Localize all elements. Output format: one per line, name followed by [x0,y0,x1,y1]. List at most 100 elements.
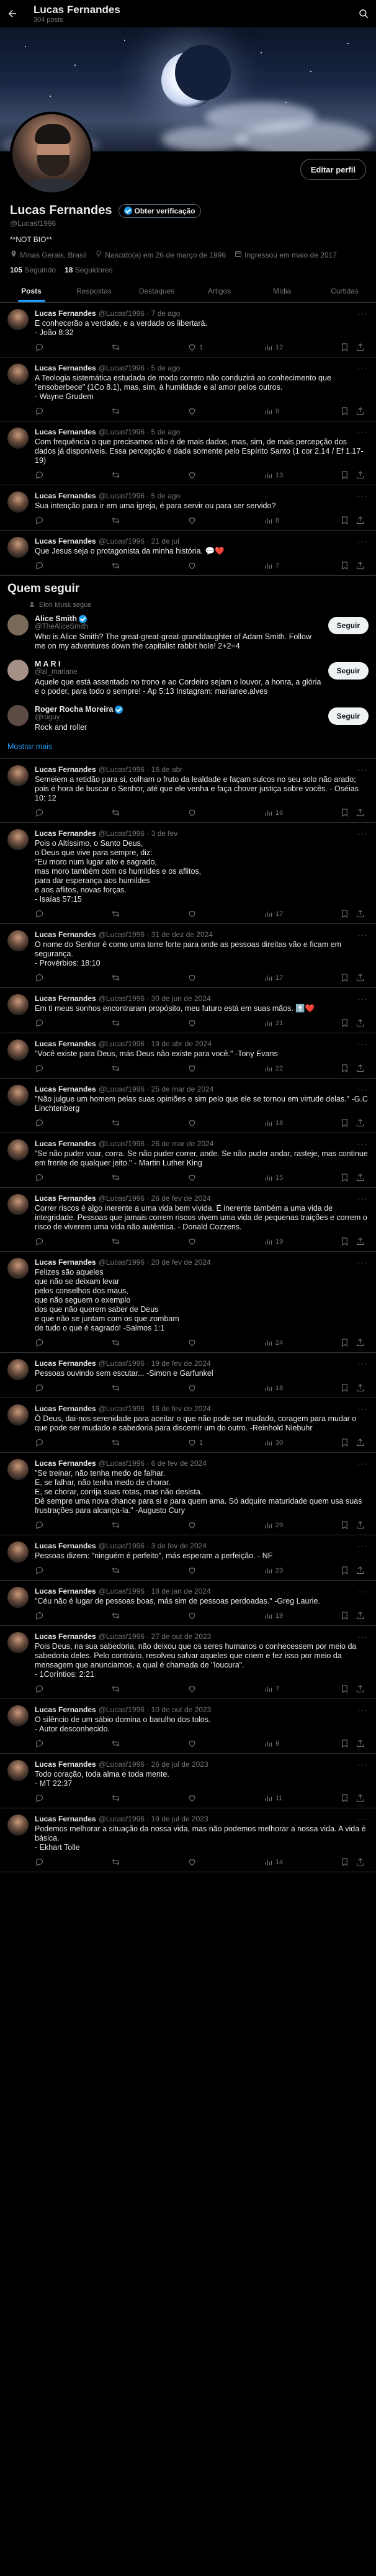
like-button[interactable] [187,1520,220,1530]
views-button[interactable]: 8 [264,516,296,525]
post-author-name[interactable]: Lucas Fernandes [35,1632,96,1641]
like-button[interactable]: 1 [187,343,220,352]
bookmark-icon[interactable] [340,1383,349,1393]
post-author-name[interactable]: Lucas Fernandes [35,1705,96,1715]
post-item[interactable]: Lucas Fernandes @Lucasf1996 · 5 de ago A T… [0,357,376,421]
views-button[interactable]: 11 [264,1793,296,1803]
repost-button[interactable] [111,1438,143,1447]
views-button[interactable]: 9 [264,1739,296,1748]
views-button[interactable]: 17 [264,909,296,918]
post-handle-date[interactable]: @Lucasf1996 · 7 de ago [99,309,181,318]
post-avatar[interactable] [7,537,29,558]
views-button[interactable]: 9 [264,406,296,416]
post-author-name[interactable]: Lucas Fernandes [35,491,96,501]
post-item[interactable]: Lucas Fernandes @Lucasf1996 · 19 de fev d… [0,1353,376,1398]
more-options-icon[interactable]: ··· [357,1085,367,1094]
show-more-link[interactable]: Mostrar mais [0,737,376,751]
post-author-name[interactable]: Lucas Fernandes [35,1815,96,1824]
tab-articles[interactable]: Artigos [188,279,251,302]
repost-button[interactable] [111,1793,143,1803]
bookmark-icon[interactable] [340,561,349,570]
bookmark-icon[interactable] [340,1566,349,1575]
views-button[interactable]: 16 [264,808,296,817]
repost-button[interactable] [111,808,143,817]
post-item[interactable]: Lucas Fernandes @Lucasf1996 · 21 de jul Qu… [0,531,376,576]
post-handle-date[interactable]: @Lucasf1996 · 31 de dez de 2024 [99,930,213,940]
more-options-icon[interactable]: ··· [357,1139,367,1149]
repost-button[interactable] [111,1118,143,1128]
bookmark-icon[interactable] [340,1438,349,1447]
followers-link[interactable]: 18 Seguidores [65,266,112,274]
like-button[interactable] [187,470,220,480]
post-handle-date[interactable]: @Lucasf1996 · 21 de jul [99,537,179,546]
repost-button[interactable] [111,1684,143,1694]
more-options-icon[interactable]: ··· [357,537,367,546]
post-author-name[interactable]: Lucas Fernandes [35,1404,96,1414]
post-handle-date[interactable]: @Lucasf1996 · 26 de jul de 2023 [99,1760,208,1769]
more-options-icon[interactable]: ··· [357,309,367,318]
post-author-name[interactable]: Lucas Fernandes [35,930,96,940]
views-button[interactable]: 13 [264,470,296,480]
bookmark-icon[interactable] [340,516,349,525]
reply-button[interactable] [35,516,67,525]
views-button[interactable]: 19 [264,1611,296,1620]
post-item[interactable]: Lucas Fernandes @Lucasf1996 · 26 de mar d… [0,1133,376,1188]
views-button[interactable]: 15 [264,1173,296,1182]
repost-button[interactable] [111,1173,143,1182]
bookmark-icon[interactable] [340,1064,349,1073]
post-handle-date[interactable]: @Lucasf1996 · 6 de fev de 2024 [99,1459,207,1468]
post-handle-date[interactable]: @Lucasf1996 · 18 de jan de 2024 [99,1587,211,1596]
like-button[interactable] [187,909,220,918]
reply-button[interactable] [35,406,67,416]
post-author-name[interactable]: Lucas Fernandes [35,1459,96,1468]
post-author-name[interactable]: Lucas Fernandes [35,994,96,1003]
suggestion-name[interactable]: Alice Smith [35,614,77,623]
post-item[interactable]: Lucas Fernandes @Lucasf1996 · 19 de jul d… [0,1808,376,1872]
reply-button[interactable] [35,1018,67,1028]
repost-button[interactable] [111,561,143,570]
follow-button[interactable]: Seguir [328,707,369,725]
post-avatar[interactable] [7,994,29,1015]
more-options-icon[interactable]: ··· [357,428,367,437]
share-icon[interactable] [356,1611,365,1620]
views-button[interactable]: 22 [264,1064,296,1073]
like-button[interactable] [187,561,220,570]
share-icon[interactable] [356,470,365,480]
more-options-icon[interactable]: ··· [357,1404,367,1414]
repost-button[interactable] [111,1383,143,1393]
like-button[interactable] [187,1793,220,1803]
post-handle-date[interactable]: @Lucasf1996 · 30 de jun de 2024 [99,994,211,1003]
like-button[interactable] [187,516,220,525]
post-avatar[interactable] [7,309,29,330]
share-icon[interactable] [356,1857,365,1867]
like-button[interactable] [187,1018,220,1028]
reply-button[interactable] [35,808,67,817]
post-handle-date[interactable]: @Lucasf1996 · 19 de abr de 2024 [99,1039,212,1049]
share-icon[interactable] [356,1173,365,1182]
more-options-icon[interactable]: ··· [357,1815,367,1824]
reply-button[interactable] [35,561,67,570]
post-avatar[interactable] [7,491,29,513]
back-arrow-icon[interactable] [6,7,19,20]
more-options-icon[interactable]: ··· [357,994,367,1003]
share-icon[interactable] [356,1237,365,1246]
more-options-icon[interactable]: ··· [357,1705,367,1715]
repost-button[interactable] [111,343,143,352]
post-handle-date[interactable]: @Lucasf1996 · 3 de fev [99,829,178,838]
reply-button[interactable] [35,343,67,352]
like-button[interactable]: 1 [187,1438,220,1447]
more-options-icon[interactable]: ··· [357,1632,367,1641]
repost-button[interactable] [111,516,143,525]
post-avatar[interactable] [7,765,29,786]
post-handle-date[interactable]: @Lucasf1996 · 5 de ago [99,364,181,373]
more-options-icon[interactable]: ··· [357,1459,367,1468]
share-icon[interactable] [356,1064,365,1073]
share-icon[interactable] [356,1793,365,1803]
bookmark-icon[interactable] [340,973,349,982]
suggestion-item[interactable]: Alice Smith @TheAliceSmith Who is Alice Sm… [0,611,376,656]
share-icon[interactable] [356,1018,365,1028]
bookmark-icon[interactable] [340,1018,349,1028]
repost-button[interactable] [111,1064,143,1073]
repost-button[interactable] [111,1520,143,1530]
tab-media[interactable]: Mídia [251,279,313,302]
